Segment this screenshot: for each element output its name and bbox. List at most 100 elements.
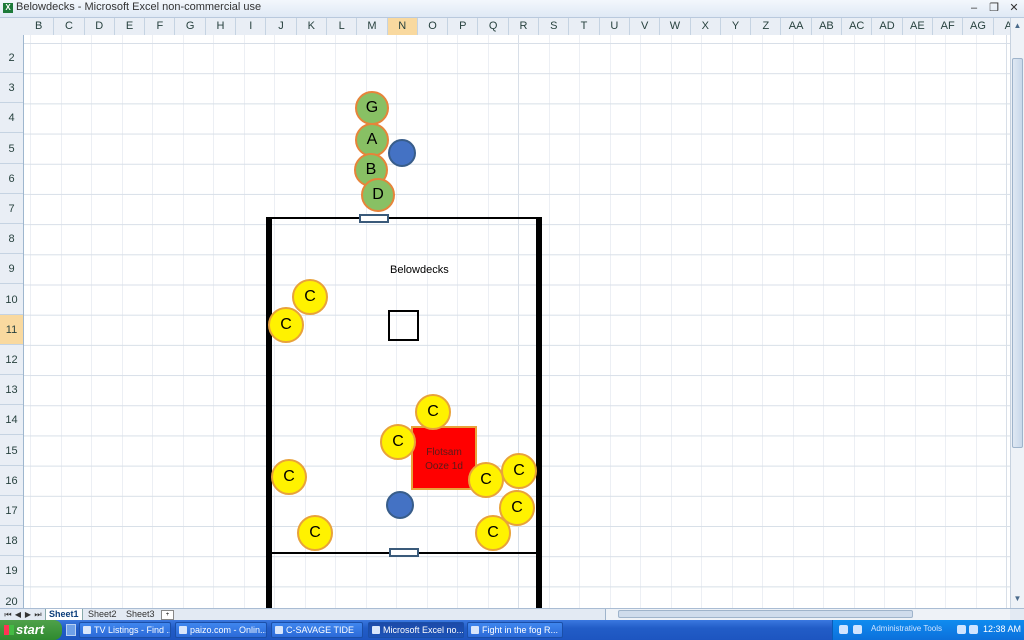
row-header[interactable]: 7 xyxy=(0,194,23,224)
vertical-scroll-thumb[interactable] xyxy=(1012,58,1023,448)
row-header[interactable]: 10 xyxy=(0,285,23,315)
row-header[interactable]: 18 xyxy=(0,526,23,557)
column-header[interactable]: AF xyxy=(933,18,964,35)
enemy-token[interactable]: C xyxy=(297,515,333,551)
restore-button[interactable]: ❐ xyxy=(988,0,1000,17)
column-header[interactable]: L xyxy=(327,18,358,35)
column-header[interactable]: Z xyxy=(751,18,782,35)
column-header[interactable]: R xyxy=(509,18,540,35)
party-token-a[interactable]: A xyxy=(355,123,389,157)
column-header[interactable]: V xyxy=(630,18,661,35)
row-header[interactable]: 14 xyxy=(0,405,23,436)
prev-sheet-icon[interactable]: ◀ xyxy=(14,609,22,620)
column-header[interactable]: Y xyxy=(721,18,752,35)
sheet-tab-1[interactable]: Sheet1 xyxy=(45,609,83,620)
column-header[interactable]: AC xyxy=(842,18,873,35)
column-header[interactable]: AD xyxy=(872,18,903,35)
row-header[interactable]: 3 xyxy=(0,73,23,104)
column-header[interactable]: N xyxy=(387,18,418,35)
column-header[interactable]: H xyxy=(206,18,237,35)
row-header[interactable]: 2 xyxy=(0,43,23,73)
sheet-tab-2[interactable]: Sheet2 xyxy=(85,609,120,620)
enemy-token[interactable]: C xyxy=(380,424,416,460)
scroll-up-icon[interactable]: ▲ xyxy=(1012,20,1023,32)
security-icon[interactable] xyxy=(969,625,978,634)
column-header[interactable]: X xyxy=(691,18,721,35)
row-header[interactable]: 15 xyxy=(0,436,23,466)
row-header[interactable]: 17 xyxy=(0,496,23,526)
column-header[interactable]: Q xyxy=(479,18,509,35)
enemy-token[interactable]: C xyxy=(468,462,504,498)
column-header[interactable]: D xyxy=(85,18,115,35)
column-header[interactable]: AE xyxy=(903,18,933,35)
row-header[interactable]: 8 xyxy=(0,224,23,255)
enemy-token[interactable]: C xyxy=(271,459,307,495)
column-header[interactable]: K xyxy=(297,18,327,35)
help-icon[interactable] xyxy=(839,625,848,634)
taskbar-item[interactable]: paizo.com - Onlin... xyxy=(175,622,267,638)
row-header[interactable]: 11 xyxy=(0,314,23,345)
windows-flag-icon xyxy=(4,625,14,635)
column-header[interactable]: F xyxy=(145,18,176,35)
network-icon[interactable] xyxy=(853,625,862,634)
close-button[interactable]: ✕ xyxy=(1008,0,1020,17)
quick-launch-icon[interactable] xyxy=(66,624,76,636)
row-header[interactable]: 6 xyxy=(0,164,23,194)
taskbar-item[interactable]: Fight in the fog R... xyxy=(467,622,563,638)
insert-sheet-icon[interactable]: + xyxy=(161,610,174,620)
column-header[interactable]: B xyxy=(24,18,55,35)
enemy-token[interactable]: C xyxy=(501,453,537,489)
row-header[interactable]: 5 xyxy=(0,134,23,164)
worksheet-grid[interactable]: Belowdecks G A B D Flotsam Ooze 1d C C C… xyxy=(24,35,1010,608)
row-header[interactable]: 16 xyxy=(0,466,23,496)
horizontal-scroll-thumb[interactable] xyxy=(618,610,913,618)
column-header[interactable]: AB xyxy=(812,18,843,35)
party-token-g[interactable]: G xyxy=(355,91,389,125)
vertical-scrollbar[interactable]: ▲ ▼ xyxy=(1010,18,1024,608)
column-header[interactable]: G xyxy=(176,18,206,35)
column-header[interactable]: W xyxy=(660,18,691,35)
row-header[interactable]: 12 xyxy=(0,345,23,375)
column-header[interactable]: J xyxy=(266,18,297,35)
window-title: Belowdecks - Microsoft Excel non-commerc… xyxy=(16,1,262,13)
minimize-button[interactable]: – xyxy=(968,0,980,17)
ally-token-bottom[interactable] xyxy=(386,491,414,519)
row-header[interactable]: 13 xyxy=(0,375,23,406)
volume-icon[interactable] xyxy=(957,625,966,634)
system-tray: Administrative Tools 12:38 AM xyxy=(832,620,1024,640)
ally-token-top[interactable] xyxy=(388,139,416,167)
enemy-token[interactable]: C xyxy=(415,394,451,430)
sheet-tab-3[interactable]: Sheet3 xyxy=(123,609,158,620)
last-sheet-icon[interactable]: ⏭ xyxy=(34,609,42,620)
enemy-token[interactable]: C xyxy=(268,307,304,343)
column-header[interactable]: M xyxy=(357,18,388,35)
next-sheet-icon[interactable]: ▶ xyxy=(24,609,32,620)
first-sheet-icon[interactable]: ⏮ xyxy=(4,609,12,620)
column-header[interactable]: S xyxy=(539,18,570,35)
start-button[interactable]: start xyxy=(0,620,62,640)
taskbar-item[interactable]: C-SAVAGE TIDE xyxy=(271,622,363,638)
row-header[interactable]: 20 xyxy=(0,587,23,608)
taskbar-item-active[interactable]: Microsoft Excel no... xyxy=(368,622,464,638)
enemy-token[interactable]: C xyxy=(292,279,328,315)
column-header[interactable]: AA xyxy=(782,18,812,35)
column-header[interactable]: C xyxy=(54,18,85,35)
horizontal-scrollbar[interactable] xyxy=(605,609,1010,620)
row-header[interactable]: 4 xyxy=(0,103,23,134)
column-header[interactable]: E xyxy=(115,18,146,35)
row-header[interactable]: 9 xyxy=(0,254,23,285)
enemy-token[interactable]: C xyxy=(475,515,511,551)
excel-icon[interactable]: X xyxy=(3,3,13,13)
column-header[interactable]: T xyxy=(569,18,600,35)
column-header[interactable]: I xyxy=(236,18,267,35)
row-header[interactable]: 19 xyxy=(0,556,23,587)
taskbar-item[interactable]: TV Listings - Find ... xyxy=(79,622,171,638)
column-header[interactable]: U xyxy=(600,18,630,35)
column-header[interactable]: O xyxy=(418,18,449,35)
column-header[interactable]: AG xyxy=(963,18,994,35)
party-token-d[interactable]: D xyxy=(361,178,395,212)
column-header-bar: B C D E F G H I J K L M N O P Q R S T U V W X Y Z AA AB AC AD AE AF AG A xyxy=(0,18,1024,36)
admin-tools-label[interactable]: Administrative Tools xyxy=(871,624,942,633)
scroll-down-icon[interactable]: ▼ xyxy=(1012,593,1023,605)
column-header[interactable]: P xyxy=(448,18,479,35)
